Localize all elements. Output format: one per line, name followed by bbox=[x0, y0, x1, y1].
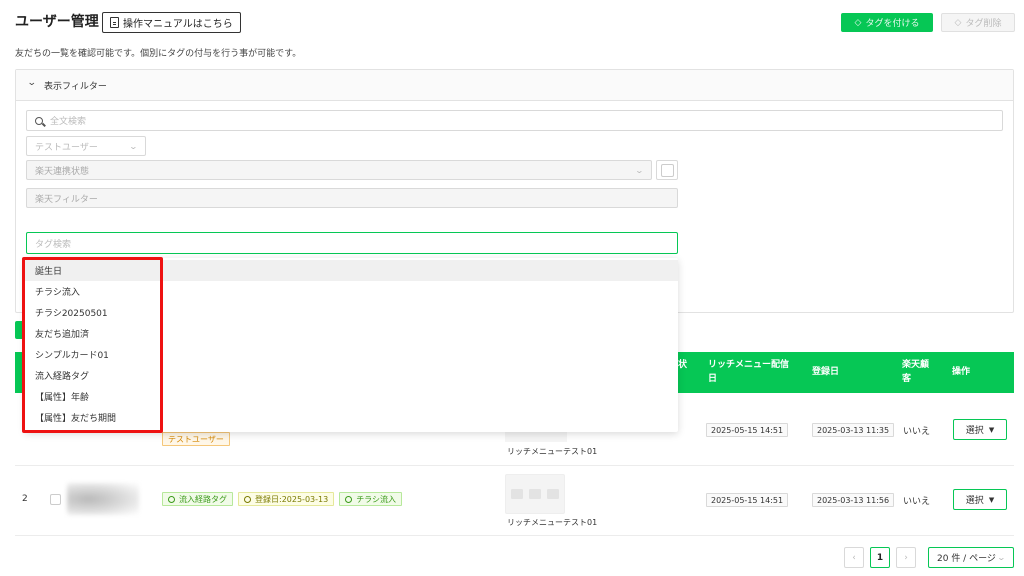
chevron-down-icon: ⌄ bbox=[128, 141, 139, 151]
rakuten-status-checkbox[interactable] bbox=[656, 160, 678, 180]
row-checkbox[interactable] bbox=[50, 494, 61, 505]
select-button[interactable]: 選択 ▼ bbox=[953, 489, 1007, 510]
add-tag-button[interactable]: ◇ タグを付ける bbox=[841, 13, 933, 32]
rich-menu-date: 2025-05-15 14:51 bbox=[706, 423, 789, 437]
select-button-label: 選択 bbox=[965, 496, 984, 506]
page-size-label: 20 件 / ページ bbox=[937, 554, 996, 564]
rich-menu-name: リッチメニューテスト01 bbox=[507, 518, 598, 527]
tag-badge-label: 流入経路タグ bbox=[179, 494, 227, 504]
col-rich-menu-date: リッチメニュー配信 日 bbox=[708, 358, 789, 386]
col-rakuten-line1: 楽天顧 bbox=[902, 360, 930, 370]
row-number: 2 bbox=[22, 494, 28, 504]
registered-date: 2025-03-13 11:35 bbox=[812, 423, 895, 437]
test-user-select[interactable]: テストユーザー ⌄ bbox=[26, 136, 146, 156]
rakuten-filter-input[interactable]: 楽天フィルター bbox=[26, 188, 678, 208]
chevron-down-icon: ⌄ bbox=[996, 553, 1007, 562]
col-rich-menu-date-line1: リッチメニュー配信 bbox=[708, 360, 790, 370]
select-button-label: 選択 bbox=[965, 426, 984, 436]
search-input[interactable]: 全文検索 bbox=[26, 110, 1003, 131]
delete-tag-button[interactable]: ◇ タグ削除 bbox=[941, 13, 1015, 32]
delete-tag-button-label: タグ削除 bbox=[965, 19, 1002, 29]
tag-search-placeholder: タグ検索 bbox=[35, 239, 72, 250]
tag-badge: 流入経路タグ bbox=[162, 492, 233, 506]
tag-badge-label: チラシ流入 bbox=[356, 494, 397, 504]
rich-menu-thumbnail bbox=[505, 474, 565, 514]
select-button[interactable]: 選択 ▼ bbox=[953, 419, 1007, 440]
registered-date: 2025-03-13 11:56 bbox=[812, 493, 895, 507]
col-action: 操作 bbox=[952, 367, 971, 377]
col-rakuten-line2: 客 bbox=[902, 374, 912, 384]
rakuten-status-placeholder: 楽天連携状態 bbox=[35, 166, 90, 177]
page-button-current[interactable]: 1 bbox=[870, 547, 890, 568]
test-user-placeholder: テストユーザー bbox=[35, 142, 98, 153]
caret-down-icon: ▼ bbox=[988, 495, 995, 504]
rakuten-status-select[interactable]: 楽天連携状態 ⌄ bbox=[26, 160, 652, 180]
col-status: 状 bbox=[678, 360, 688, 370]
next-page-button[interactable]: › bbox=[896, 547, 916, 568]
page-size-select[interactable]: 20 件 / ページ ⌄ bbox=[928, 547, 1014, 568]
caret-down-icon: ▼ bbox=[988, 425, 995, 434]
col-registered: 登録日 bbox=[812, 367, 840, 377]
page-title: ユーザー管理 bbox=[15, 14, 99, 30]
check-circle-icon bbox=[168, 495, 175, 503]
table-row: テストユーザー bbox=[162, 432, 230, 446]
tag-badge-label: 登録日:2025-03-13 bbox=[255, 494, 329, 504]
search-placeholder: 全文検索 bbox=[50, 117, 87, 127]
highlight-annotation bbox=[22, 257, 163, 433]
col-rich-menu-date-line2: 日 bbox=[708, 374, 718, 384]
tag-badge: チラシ流入 bbox=[339, 492, 403, 506]
row-divider bbox=[15, 465, 1014, 466]
table-row: 流入経路タグ 登録日:2025-03-13 チラシ流入 bbox=[162, 492, 403, 506]
rich-menu-thumbnail bbox=[505, 432, 567, 442]
tag-badge: テストユーザー bbox=[162, 432, 230, 446]
manual-button-label: 操作マニュアルはこちら bbox=[123, 19, 233, 30]
rakuten-filter-placeholder: 楽天フィルター bbox=[35, 194, 98, 205]
add-tag-button-label: タグを付ける bbox=[865, 19, 920, 29]
page-subtitle: 友だちの一覧を確認可能です。個別にタグの付与を行う事が可能です。 bbox=[15, 49, 302, 59]
avatar bbox=[67, 483, 139, 515]
rakuten-customer: いいえ bbox=[903, 497, 931, 507]
tag-icon: ◇ bbox=[854, 17, 862, 28]
tag-icon: ◇ bbox=[954, 17, 962, 28]
row-divider bbox=[15, 535, 1014, 536]
rakuten-customer: いいえ bbox=[903, 427, 931, 437]
prev-page-button[interactable]: ‹ bbox=[844, 547, 864, 568]
filter-header[interactable]: ⌄ 表示フィルター bbox=[16, 70, 1013, 101]
check-circle-icon bbox=[345, 495, 353, 503]
search-icon bbox=[35, 116, 43, 125]
col-rakuten: 楽天顧 客 bbox=[902, 358, 929, 386]
manual-button[interactable]: 操作マニュアルはこちら bbox=[102, 12, 241, 33]
document-icon bbox=[110, 17, 119, 28]
chevron-right-icon: › bbox=[904, 552, 908, 563]
chevron-left-icon: ‹ bbox=[852, 552, 856, 563]
filter-title: 表示フィルター bbox=[44, 82, 107, 92]
rich-menu-date: 2025-05-15 14:51 bbox=[706, 493, 789, 507]
rich-menu-name: リッチメニューテスト01 bbox=[507, 447, 598, 456]
tag-badge: 登録日:2025-03-13 bbox=[238, 492, 335, 506]
chevron-down-icon: ⌄ bbox=[634, 165, 645, 175]
check-circle-icon bbox=[244, 495, 251, 503]
tag-badge-label: テストユーザー bbox=[168, 434, 224, 444]
chevron-down-icon: ⌄ bbox=[26, 78, 37, 88]
tag-search-input[interactable]: タグ検索 bbox=[26, 232, 678, 254]
